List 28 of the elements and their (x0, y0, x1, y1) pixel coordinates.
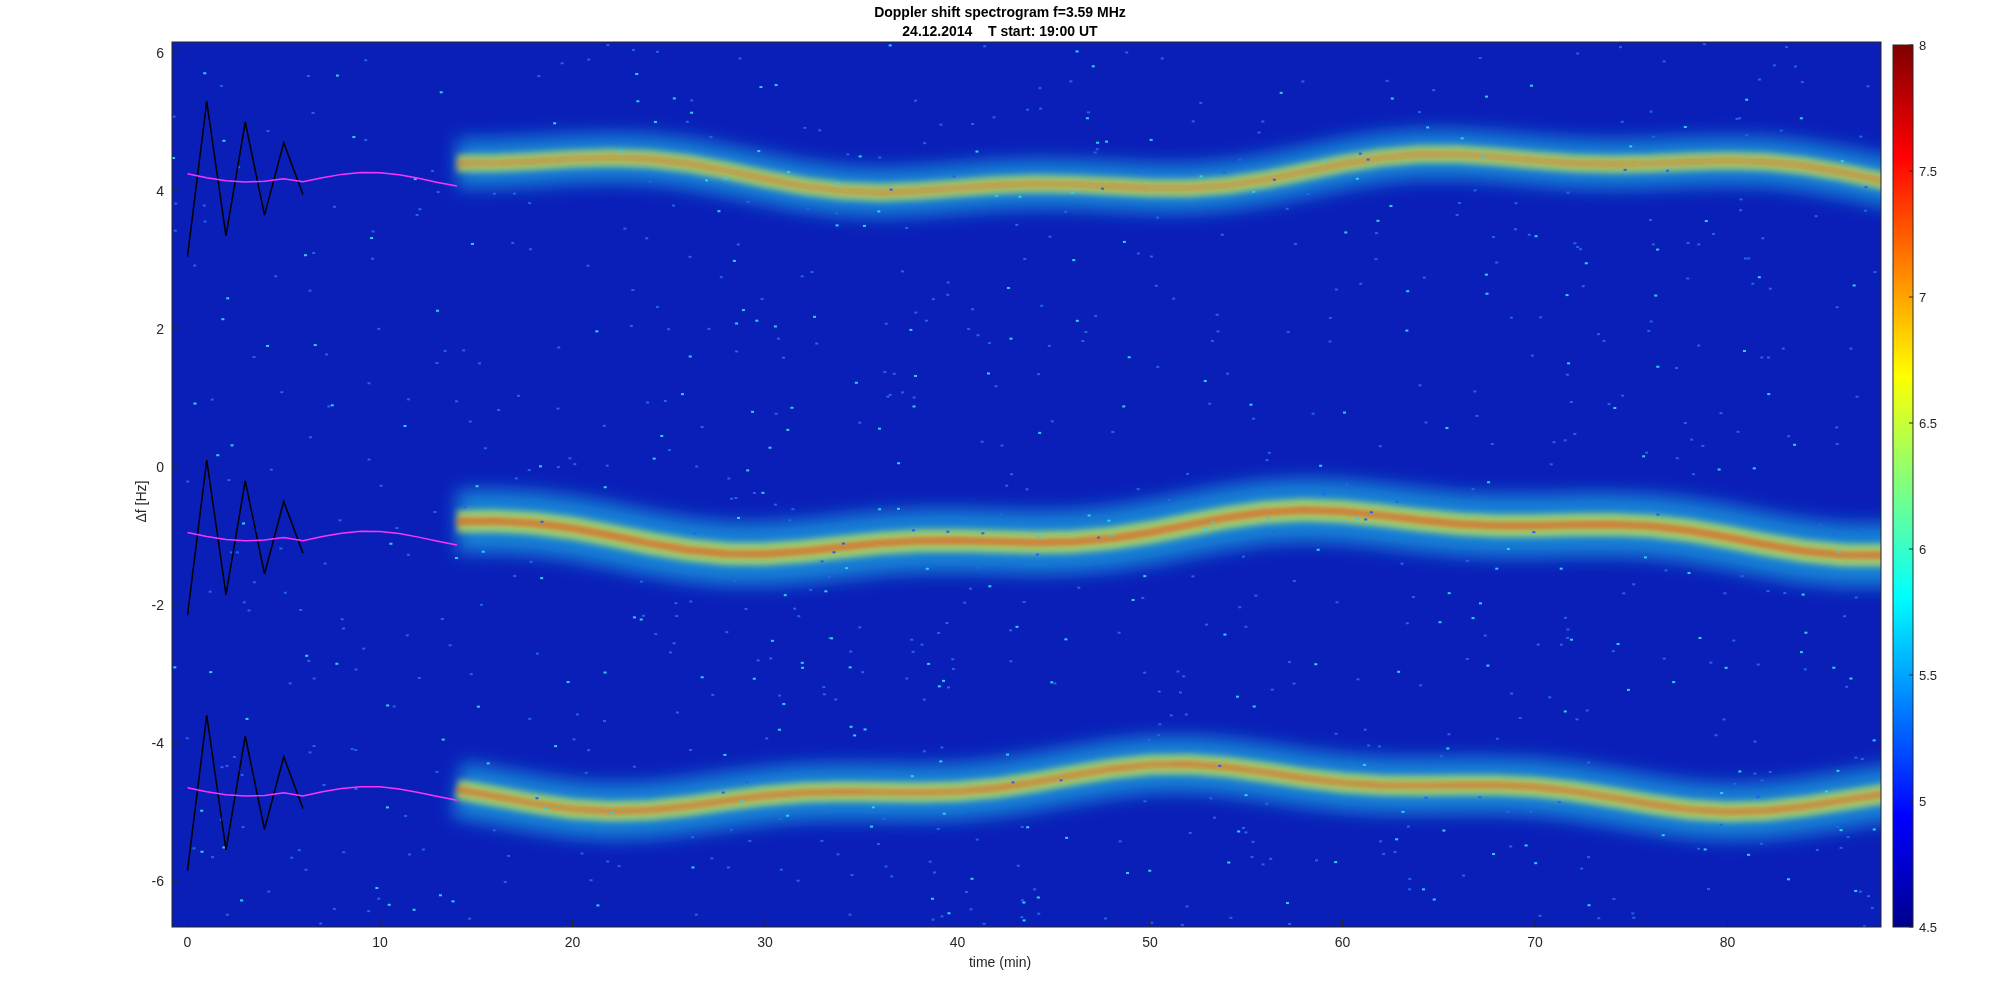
colorbar-tick-label: 5 (1919, 794, 1927, 809)
y-tick-label: -6 (151, 873, 164, 889)
colorbar-tick-label: 5.5 (1919, 668, 1938, 683)
x-tick-label: 30 (757, 934, 773, 950)
x-tick-label: 0 (183, 934, 192, 950)
y-axis-label: Δf [Hz] (133, 480, 149, 523)
colorbar-tick-label: 6 (1919, 542, 1927, 557)
x-tick-label: 80 (1719, 934, 1736, 950)
y-tick-label: 2 (156, 321, 164, 337)
colorbar-tick-label: 6.5 (1919, 416, 1938, 431)
plot-subtitle: 24.12.2014 T start: 19:00 UT (902, 23, 1098, 39)
colorbar-tick-label: 7.5 (1919, 164, 1938, 179)
x-tick-label: 10 (372, 934, 388, 950)
y-tick-label: 6 (156, 45, 164, 61)
x-tick-label: 50 (1142, 934, 1158, 950)
colorbar-tick-label: 7 (1919, 290, 1927, 305)
y-tick-label: 4 (156, 183, 164, 199)
x-tick-label: 60 (1334, 934, 1351, 950)
x-tick-label: 40 (949, 934, 966, 950)
y-tick-label: 0 (156, 459, 164, 475)
x-axis-label: time (min) (968, 954, 1032, 970)
colorbar-tick-label: 8 (1919, 38, 1927, 53)
plot-title: Doppler shift spectrogram f=3.59 MHz (874, 4, 1126, 20)
y-tick-label: -4 (151, 735, 164, 751)
x-tick-label: 20 (564, 934, 581, 950)
colorbar-tick-label: 4.5 (1919, 920, 1938, 935)
y-tick-label: -2 (151, 597, 164, 613)
x-tick-label: 70 (1527, 934, 1543, 950)
